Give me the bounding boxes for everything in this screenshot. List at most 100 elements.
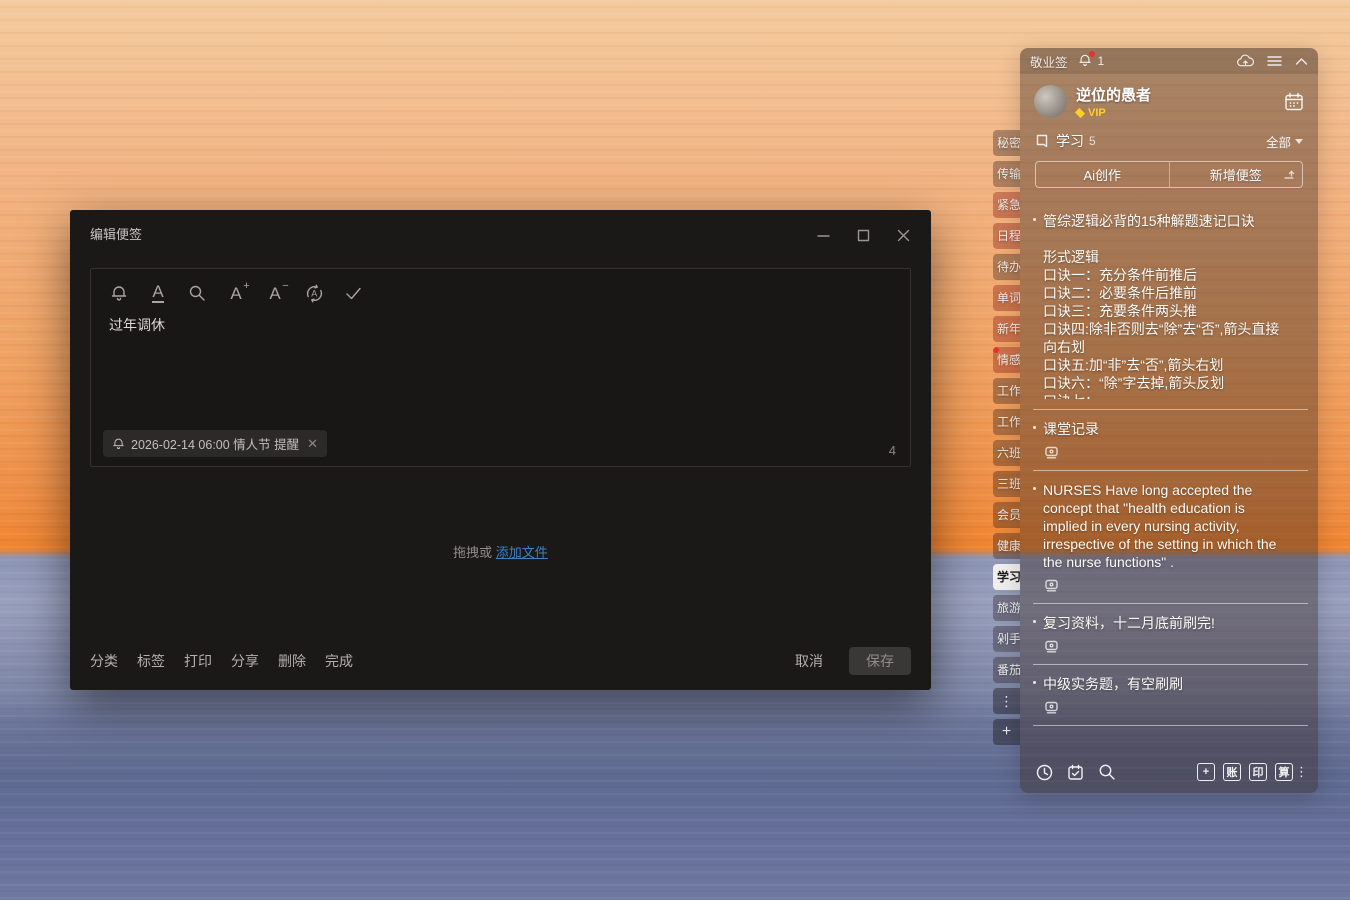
category-tab[interactable]: 健康 xyxy=(993,533,1020,559)
remove-reminder-icon[interactable]: ✕ xyxy=(307,436,318,452)
new-note-button[interactable]: 新增便签 xyxy=(1169,162,1303,187)
panel-titlebar: 敬业签 1 xyxy=(1020,48,1318,74)
note-reminder-icon xyxy=(1044,578,1059,593)
category-tab[interactable]: 番茄 xyxy=(993,657,1020,683)
category-tab-label: 紧急 xyxy=(997,198,1020,212)
dialog-action[interactable]: 删除 xyxy=(278,651,306,671)
reminder-tag[interactable]: 2026-02-14 06:00 情人节 提醒 ✕ xyxy=(103,430,327,457)
todo-calendar-icon[interactable] xyxy=(1067,764,1084,781)
dialog-title: 编辑便签 xyxy=(90,224,142,243)
category-tab-label: 会员 xyxy=(997,508,1020,522)
dialog-action[interactable]: 分享 xyxy=(231,651,259,671)
category-tab-label: 工作 xyxy=(997,415,1020,429)
category-tab[interactable]: 工作 xyxy=(993,378,1020,404)
editor-toolbar: A A+ A− A xyxy=(91,269,910,304)
category-tab[interactable]: 三班 xyxy=(993,471,1020,497)
dialog-action[interactable]: 完成 xyxy=(325,651,353,671)
note-item[interactable]: 管综逻辑必背的15种解题速记口诀 形式逻辑 口诀一：充分条件前推后 口诀二：必要… xyxy=(1033,210,1308,410)
filter-dropdown[interactable]: 全部 xyxy=(1266,132,1303,151)
note-bullet xyxy=(1033,681,1036,684)
note-item[interactable]: 课堂记录 xyxy=(1033,410,1308,471)
translate-cycle-icon[interactable]: A xyxy=(303,282,325,304)
category-tab[interactable]: 紧急 xyxy=(993,192,1020,218)
note-bullet xyxy=(1033,218,1036,221)
category-tab-label: 健康 xyxy=(997,539,1020,553)
note-item[interactable]: NURSES Have long accepted the concept th… xyxy=(1033,471,1308,604)
category-tab[interactable]: 待办 xyxy=(993,254,1020,280)
font-style-icon[interactable]: A xyxy=(147,282,169,304)
attachment-drop-area: 拖拽或 添加文件 xyxy=(70,542,931,561)
notification-dot xyxy=(993,347,999,353)
category-tab[interactable]: 六班 xyxy=(993,440,1020,466)
collapse-up-icon[interactable] xyxy=(1295,57,1308,66)
reminder-bell-icon[interactable] xyxy=(108,282,130,304)
footer-tool-button[interactable]: + xyxy=(1197,763,1215,781)
category-tab-label: 日程 xyxy=(997,229,1020,243)
category-tab[interactable]: ⋮ xyxy=(993,688,1020,714)
category-tab[interactable]: 旅游 xyxy=(993,595,1020,621)
maximize-button[interactable] xyxy=(854,226,873,245)
dialog-action[interactable]: 分类 xyxy=(90,651,118,671)
vip-badge: VIP xyxy=(1076,107,1151,119)
font-increase-icon[interactable]: A+ xyxy=(225,282,247,304)
edit-note-dialog: 编辑便签 A A+ A− A 过年调休 2026-02-14 06:00 情人节 xyxy=(70,210,931,690)
category-tab[interactable]: 传输 xyxy=(993,161,1020,187)
user-name: 逆位的愚者 xyxy=(1076,84,1151,105)
category-tab-label: 剁手 xyxy=(997,632,1020,646)
category-tab[interactable]: 秘密 xyxy=(993,130,1020,156)
category-tab[interactable]: 单词 xyxy=(993,285,1020,311)
close-button[interactable] xyxy=(894,226,913,245)
dialog-action[interactable]: 标签 xyxy=(137,651,165,671)
cloud-sync-icon[interactable] xyxy=(1237,54,1254,68)
calendar-icon[interactable] xyxy=(1284,92,1304,112)
note-category-icon xyxy=(1035,134,1049,148)
category-tab[interactable]: 学习 xyxy=(993,564,1020,590)
minimize-button[interactable] xyxy=(814,226,833,245)
note-content[interactable]: 过年调休 xyxy=(109,315,165,335)
bell-icon xyxy=(112,437,125,450)
category-tab[interactable]: 剁手 xyxy=(993,626,1020,652)
filter-label: 全部 xyxy=(1266,132,1291,151)
dialog-action[interactable]: 打印 xyxy=(184,651,212,671)
note-text: 复习资料，十二月底前刷完! xyxy=(1043,614,1304,632)
category-tab-label: 三班 xyxy=(997,477,1020,491)
search-notes-icon[interactable] xyxy=(1098,763,1116,781)
category-tab[interactable]: 新年 xyxy=(993,316,1020,342)
footer-tool-button[interactable]: 账 xyxy=(1223,763,1241,781)
note-editor-area[interactable]: A A+ A− A 过年调休 2026-02-14 06:00 情人节 提醒 ✕… xyxy=(90,268,911,467)
caret-down-icon xyxy=(1295,139,1303,144)
category-name[interactable]: 学习 xyxy=(1056,131,1084,151)
category-tab[interactable]: 日程 xyxy=(993,223,1020,249)
notes-panel: 敬业签 1 逆位的愚者 VIP 学习 xyxy=(1020,48,1318,793)
menu-icon[interactable] xyxy=(1267,55,1282,67)
save-button[interactable]: 保存 xyxy=(849,647,911,675)
footer-tool-button[interactable]: 算 xyxy=(1275,763,1293,781)
notification-count: 1 xyxy=(1098,54,1105,68)
note-item[interactable]: 中级实务题，有空刷刷 xyxy=(1033,665,1308,726)
footer-more-icon[interactable]: ⋮ xyxy=(1295,764,1308,780)
notification-bell-icon[interactable] xyxy=(1078,53,1094,69)
ai-create-button[interactable]: Ai创作 xyxy=(1036,162,1169,187)
note-item[interactable]: 复习资料，十二月底前刷完! xyxy=(1033,604,1308,665)
note-bullet xyxy=(1033,620,1036,623)
cancel-button[interactable]: 取消 xyxy=(795,651,823,671)
note-reminder-icon xyxy=(1044,639,1059,654)
category-tab-label: 待办 xyxy=(997,260,1020,274)
search-icon[interactable] xyxy=(186,282,208,304)
note-text: NURSES Have long accepted the concept th… xyxy=(1043,481,1304,571)
category-tab[interactable]: 会员 xyxy=(993,502,1020,528)
category-tab-label: 旅游 xyxy=(997,601,1020,615)
category-tab-label: 传输 xyxy=(997,167,1020,181)
user-avatar[interactable] xyxy=(1034,85,1067,118)
time-reminder-icon[interactable] xyxy=(1036,764,1053,781)
font-decrease-icon[interactable]: A− xyxy=(264,282,286,304)
add-file-link[interactable]: 添加文件 xyxy=(496,545,548,560)
category-tab[interactable]: 工作 xyxy=(993,409,1020,435)
category-tab[interactable]: + xyxy=(993,719,1020,745)
footer-tool-button[interactable]: 印 xyxy=(1249,763,1267,781)
check-icon[interactable] xyxy=(342,282,364,304)
reminder-tag-text: 2026-02-14 06:00 情人节 提醒 xyxy=(131,434,299,453)
category-tab[interactable]: 情感 xyxy=(993,347,1020,373)
new-window-icon[interactable] xyxy=(1283,168,1295,180)
dialog-action-bar: 分类标签打印分享删除完成 xyxy=(90,651,353,671)
